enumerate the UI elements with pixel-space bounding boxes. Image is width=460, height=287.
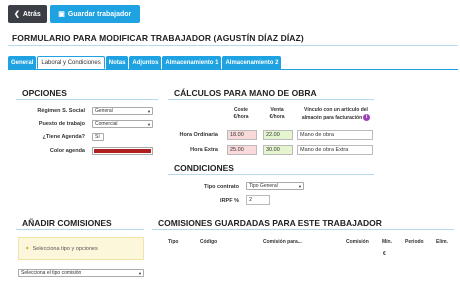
vinculo-header-line1: Vínculo con un artículo del (304, 107, 368, 113)
tab-almacenamiento-1[interactable]: Almacenamiento 1 (162, 56, 222, 69)
col-min: Mín. (382, 239, 392, 245)
irpf-input[interactable]: 2 (246, 195, 270, 205)
vinculo-header: Vínculo con un artículo del almacén para… (296, 107, 376, 122)
toolbar: ❮ Atrás ▣ Guardar trabajador (8, 5, 140, 23)
coste-header: Coste €/hora (226, 107, 256, 121)
save-button[interactable]: ▣ Guardar trabajador (49, 5, 140, 23)
tipo-contrato-select[interactable]: Tipo General ▼ (246, 182, 304, 190)
tipo-contrato-label: Tipo contrato (203, 184, 239, 190)
tipo-contrato-value: Tipo General (249, 183, 278, 189)
col-periodo: Periodo (405, 239, 424, 245)
tipo-comision-select[interactable]: Selecciona el tipo comisión ▼ (18, 269, 144, 277)
color-agenda-picker[interactable] (92, 147, 153, 155)
puesto-value: Comercial (95, 121, 118, 127)
venta-header-unit: €/hora (269, 114, 285, 120)
col-min-unit: € (383, 251, 386, 257)
agenda-value: Sí (95, 134, 100, 140)
tab-almacenamiento-2[interactable]: Almacenamiento 2 (222, 56, 282, 69)
puesto-select[interactable]: Comercial ▼ (92, 120, 153, 128)
save-button-label: Guardar trabajador (67, 10, 132, 18)
tab-general[interactable]: General (8, 56, 37, 69)
color-agenda-label: Color agenda (49, 148, 85, 154)
hora-extra-articulo-input[interactable]: Mano de obra Extra (297, 145, 373, 155)
calculos-title: CÁLCULOS PARA MANO DE OBRA (168, 86, 374, 100)
vinculo-header-line2: almacén para facturación (301, 114, 363, 121)
hora-extra-label: Hora Extra (190, 147, 218, 153)
comisiones-guardadas-title: COMISIONES GUARDADAS PARA ESTE TRABAJADO… (152, 216, 454, 230)
col-tipo: Tipo (168, 239, 179, 245)
opciones-title: OPCIONES (16, 86, 158, 100)
col-codigo: Código (200, 239, 218, 245)
page-title: FORMULARIO PARA MODIFICAR TRABAJADOR (AG… (8, 30, 458, 46)
col-eliminar: Elim. (436, 239, 448, 245)
hora-ordinaria-coste-input[interactable]: 18.00 (227, 130, 257, 140)
tab-adjuntos[interactable]: Adjuntos (129, 56, 162, 69)
puesto-label: Puesto de trabajo (38, 121, 85, 127)
agenda-select[interactable]: Sí (92, 133, 104, 141)
back-button-label: Atrás (22, 10, 41, 18)
color-swatch (94, 149, 151, 153)
tab-laboral-condiciones[interactable]: Laboral y Condiciones (37, 56, 105, 69)
hora-ordinaria-articulo-input[interactable]: Mano de obra (297, 130, 373, 140)
venta-header-label: Venta (270, 107, 284, 113)
venta-header: Venta €/hora (262, 107, 292, 121)
comisiones-notice: ✦ Selecciona tipo y opciones (18, 237, 144, 260)
lightbulb-icon: ✦ (25, 245, 30, 252)
save-icon: ▣ (58, 11, 65, 18)
hora-extra-coste-input[interactable]: 25.00 (227, 145, 257, 155)
condiciones-title: CONDICIONES (168, 161, 374, 175)
back-button[interactable]: ❮ Atrás (8, 5, 47, 23)
vinculo-header-line2-wrap: almacén para facturación i (296, 114, 376, 122)
coste-header-label: Coste (234, 107, 248, 113)
tab-bar: General Laboral y Condiciones Notas Adju… (8, 56, 458, 70)
agenda-label: ¿Tiene Agenda? (42, 134, 85, 140)
tipo-comision-placeholder: Selecciona el tipo comisión (21, 270, 82, 276)
regimen-value: General (95, 108, 113, 114)
hora-ordinaria-venta-input[interactable]: 22.00 (263, 130, 293, 140)
col-comision: Comisión (346, 239, 369, 245)
col-comision-para: Comisión para... (263, 239, 302, 245)
hora-ordinaria-label: Hora Ordinaria (179, 132, 218, 138)
chevron-down-icon: ▼ (147, 108, 151, 114)
chevron-down-icon: ▼ (138, 270, 142, 276)
chevron-down-icon: ▼ (147, 121, 151, 127)
regimen-label: Régimen S. Social (37, 108, 85, 114)
hora-extra-venta-input[interactable]: 30.00 (263, 145, 293, 155)
irpf-label: IRPF % (220, 198, 239, 204)
tab-notas[interactable]: Notas (105, 56, 129, 69)
comisiones-notice-text: Selecciona tipo y opciones (32, 245, 98, 252)
chevron-down-icon: ▼ (298, 183, 302, 189)
info-icon[interactable]: i (363, 114, 371, 121)
arrow-left-icon: ❮ (14, 11, 20, 18)
regimen-select[interactable]: General ▼ (92, 107, 153, 115)
coste-header-unit: €/hora (233, 114, 249, 120)
anadir-comisiones-title: AÑADIR COMISIONES (16, 216, 144, 230)
